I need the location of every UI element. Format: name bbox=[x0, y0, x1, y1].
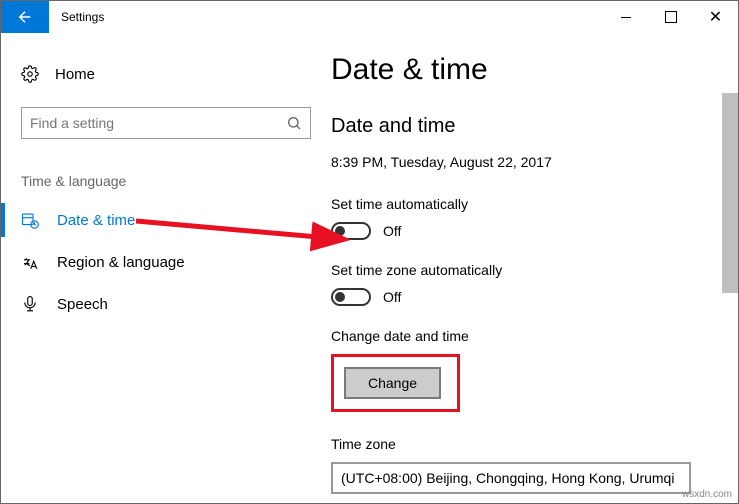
sidebar-item-label: Date & time bbox=[57, 212, 135, 229]
set-tz-auto-label: Set time zone automatically bbox=[331, 262, 728, 278]
sidebar-item-speech[interactable]: Speech bbox=[1, 283, 331, 325]
search-icon bbox=[286, 115, 302, 131]
page-heading: Date & time bbox=[331, 53, 728, 87]
sidebar-item-label: Region & language bbox=[57, 254, 185, 271]
search-input[interactable] bbox=[30, 115, 286, 131]
maximize-button[interactable] bbox=[648, 1, 693, 33]
window-controls: ✕ bbox=[603, 1, 738, 33]
close-button[interactable]: ✕ bbox=[693, 1, 738, 33]
set-tz-auto-state: Off bbox=[383, 289, 401, 305]
sidebar-item-date-time[interactable]: Date & time bbox=[1, 199, 331, 241]
arrow-left-icon bbox=[16, 8, 34, 26]
section-heading: Date and time bbox=[331, 115, 728, 138]
category-label: Time & language bbox=[1, 155, 331, 199]
main-content: Date & time Date and time 8:39 PM, Tuesd… bbox=[331, 33, 738, 503]
change-date-time-label: Change date and time bbox=[331, 328, 728, 344]
annotation-highlight-box: Change bbox=[331, 354, 460, 412]
current-datetime: 8:39 PM, Tuesday, August 22, 2017 bbox=[331, 154, 728, 170]
minimize-button[interactable] bbox=[603, 1, 648, 33]
set-time-auto-toggle[interactable] bbox=[331, 222, 371, 240]
gear-icon bbox=[21, 65, 39, 83]
search-box[interactable] bbox=[21, 107, 311, 139]
set-tz-auto-toggle[interactable] bbox=[331, 288, 371, 306]
titlebar: Settings ✕ bbox=[1, 1, 738, 33]
sidebar-item-region-language[interactable]: Region & language bbox=[1, 241, 331, 283]
scrollbar[interactable] bbox=[722, 93, 738, 293]
microphone-icon bbox=[21, 295, 39, 313]
home-link[interactable]: Home bbox=[1, 57, 331, 91]
timezone-select[interactable]: (UTC+08:00) Beijing, Chongqing, Hong Kon… bbox=[331, 462, 691, 494]
change-button[interactable]: Change bbox=[344, 367, 441, 399]
window-title: Settings bbox=[49, 1, 603, 33]
watermark: wsxdn.com bbox=[682, 489, 732, 500]
home-label: Home bbox=[55, 66, 95, 83]
set-time-auto-label: Set time automatically bbox=[331, 196, 728, 212]
sidebar: Home Time & language Date & time Region … bbox=[1, 33, 331, 503]
timezone-label: Time zone bbox=[331, 436, 728, 452]
calendar-clock-icon bbox=[21, 211, 39, 229]
language-icon bbox=[21, 253, 39, 271]
timezone-value: (UTC+08:00) Beijing, Chongqing, Hong Kon… bbox=[341, 470, 674, 486]
set-time-auto-state: Off bbox=[383, 223, 401, 239]
sidebar-item-label: Speech bbox=[57, 296, 108, 313]
back-button[interactable] bbox=[1, 1, 49, 33]
